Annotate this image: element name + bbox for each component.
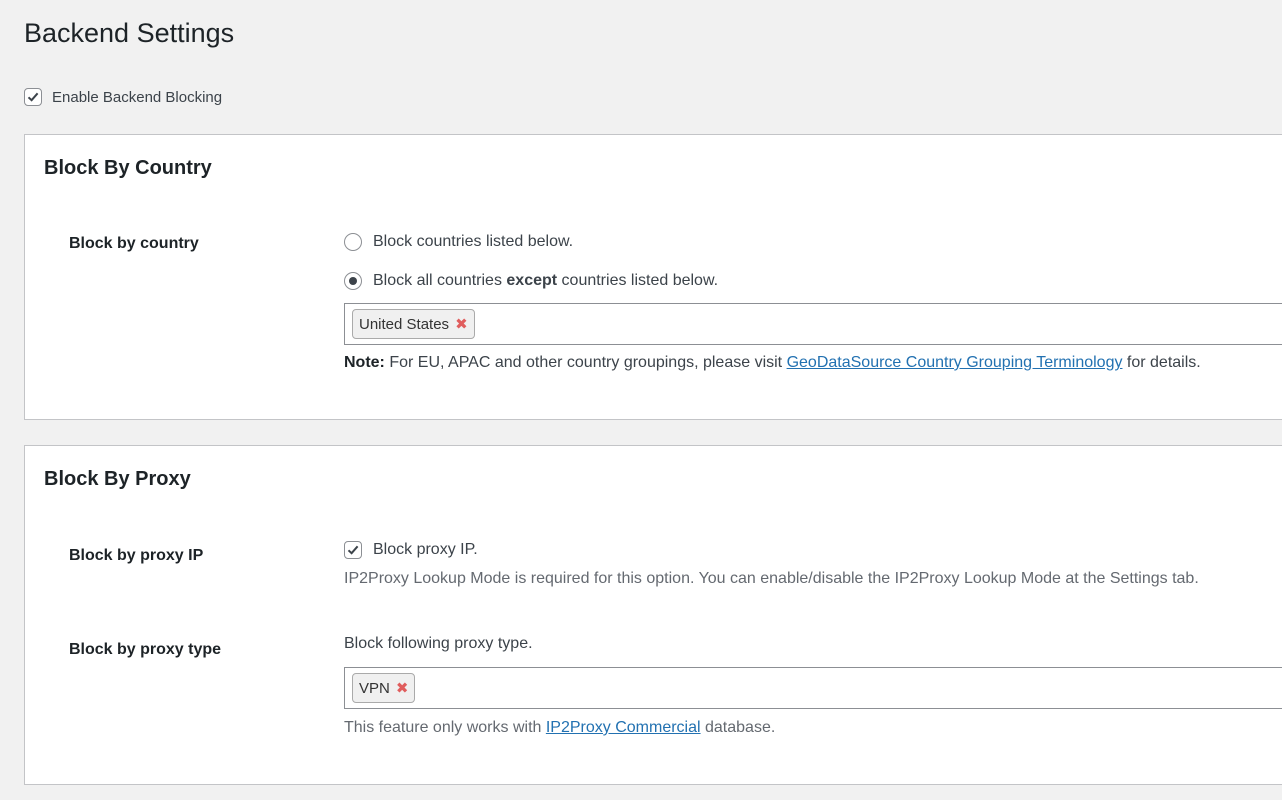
enable-backend-blocking-label: Enable Backend Blocking [52,88,223,106]
checkmark-icon [27,92,39,102]
block-by-proxy-type-label: Block by proxy type [69,641,222,658]
country-grouping-note: Note: For EU, APAC and other country gro… [344,354,1201,371]
proxy-type-help: This feature only works with IP2Proxy Co… [344,719,776,736]
radio-block-except-input[interactable] [344,272,362,290]
remove-tag-icon[interactable]: ✖ [396,679,409,697]
radio-block-listed-input[interactable] [344,233,362,251]
radio-block-listed-label: Block countries listed below. [373,233,574,250]
checkmark-icon [347,545,359,555]
block-by-country-title: Block By Country [44,157,212,179]
block-by-country-label: Block by country [69,235,199,252]
enable-backend-blocking-checkbox[interactable] [24,88,42,106]
block-proxy-ip-text: Block proxy IP. [373,541,478,558]
proxy-type-tag: VPN ✖ [352,673,416,703]
block-proxy-ip-checkbox[interactable] [344,541,362,559]
proxy-ip-help: IP2Proxy Lookup Mode is required for thi… [344,570,1199,587]
block-by-proxy-title: Block By Proxy [44,468,191,490]
country-select[interactable]: United States ✖ [344,303,1282,345]
radio-block-listed[interactable]: Block countries listed below. [344,233,573,251]
ip2proxy-commercial-link[interactable]: IP2Proxy Commercial [546,719,701,736]
country-tag-label: United States [359,315,450,333]
block-by-proxy-ip-label: Block by proxy IP [69,547,204,564]
country-tag: United States ✖ [352,309,475,339]
proxy-type-tag-label: VPN [359,679,390,697]
proxy-type-select[interactable]: VPN ✖ [344,667,1282,709]
page-title: Backend Settings [24,18,235,48]
proxy-type-intro: Block following proxy type. [344,635,533,652]
block-proxy-ip-option[interactable]: Block proxy IP. [344,541,478,559]
radio-selected-dot [349,277,357,285]
block-by-proxy-panel: Block By Proxy Block by proxy IP Block p… [24,445,1282,785]
radio-block-except[interactable]: Block all countries except countries lis… [344,272,718,290]
block-by-country-panel: Block By Country Block by country Block … [24,134,1282,420]
enable-backend-blocking-option[interactable]: Enable Backend Blocking [24,88,222,106]
radio-block-except-label: Block all countries except countries lis… [373,272,719,289]
geodatasource-link[interactable]: GeoDataSource Country Grouping Terminolo… [787,354,1123,371]
remove-tag-icon[interactable]: ✖ [455,315,468,333]
